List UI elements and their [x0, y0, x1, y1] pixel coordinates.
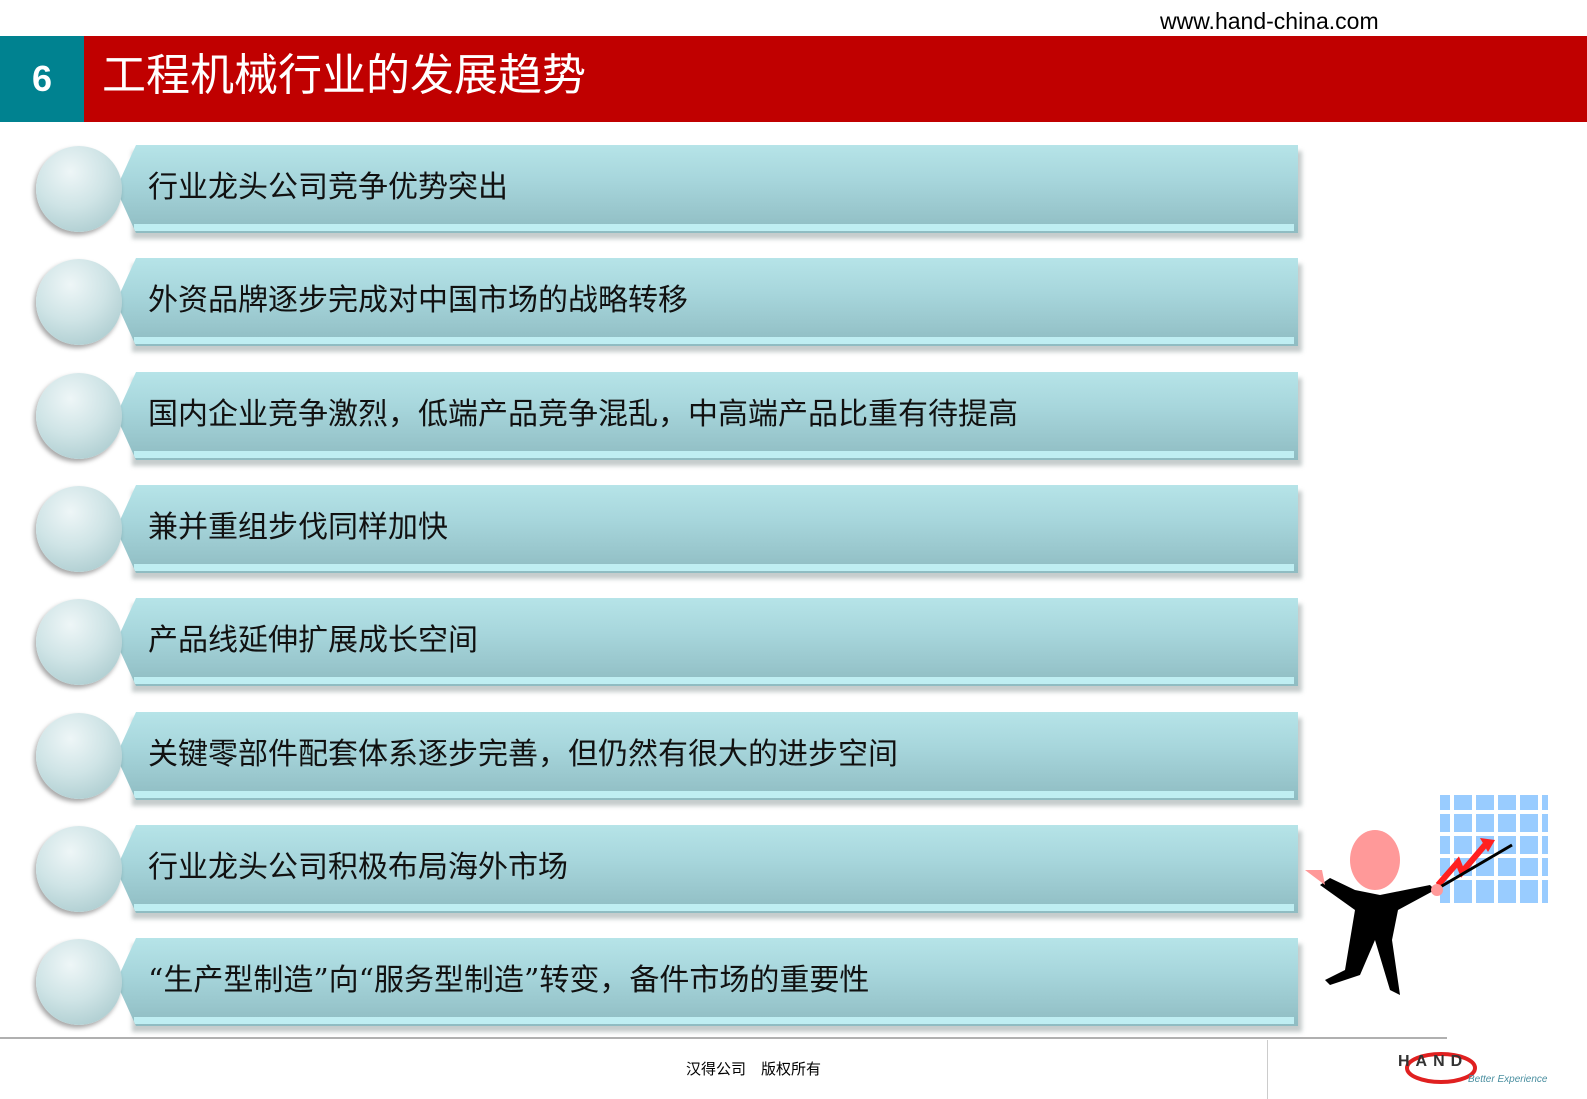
list-item: 关键零部件配套体系逐步完善，但仍然有很大的进步空间: [36, 712, 1302, 806]
list-item: 产品线延伸扩展成长空间: [36, 598, 1302, 692]
item-label: 关键零部件配套体系逐步完善，但仍然有很大的进步空间: [148, 737, 898, 772]
footer-copyright: 汉得公司 版权所有: [686, 1060, 822, 1078]
list-item: 外资品牌逐步完成对中国市场的战略转移: [36, 258, 1302, 352]
bullet-sphere-icon: [36, 939, 122, 1025]
slide-header: 6 工程机械行业的发展趋势: [0, 36, 1587, 122]
bullet-sphere-icon: [36, 486, 122, 572]
item-label: “生产型制造”向“服务型制造”转变，备件市场的重要性: [148, 963, 870, 998]
item-label: 外资品牌逐步完成对中国市场的战略转移: [148, 283, 688, 318]
item-label: 行业龙头公司竞争优势突出: [148, 170, 508, 205]
svg-text:HAND: HAND: [1398, 1053, 1468, 1070]
svg-text:Better Experience: Better Experience: [1468, 1074, 1548, 1085]
list-item: 行业龙头公司竞争优势突出: [36, 145, 1302, 239]
item-label: 产品线延伸扩展成长空间: [148, 623, 478, 658]
bullet-sphere-icon: [36, 826, 122, 912]
hand-logo: HAND Better Experience: [1398, 1052, 1548, 1085]
businessman-chart-clipart: [1305, 795, 1548, 995]
list-item: 行业龙头公司积极布局海外市场: [36, 825, 1302, 919]
bullet-sphere-icon: [36, 713, 122, 799]
bullet-sphere-icon: [36, 599, 122, 685]
slide-title: 工程机械行业的发展趋势: [102, 50, 586, 101]
footer-divider: [0, 1037, 1447, 1039]
list-item: 国内企业竞争激烈，低端产品竞争混乱，中高端产品比重有待提高: [36, 372, 1302, 466]
website-url: www.hand-china.com: [1160, 8, 1379, 34]
item-label: 兼并重组步伐同样加快: [148, 510, 448, 545]
item-label: 国内企业竞争激烈，低端产品竞争混乱，中高端产品比重有待提高: [148, 397, 1018, 432]
item-label: 行业龙头公司积极布局海外市场: [148, 850, 568, 885]
list-item: “生产型制造”向“服务型制造”转变，备件市场的重要性: [36, 938, 1302, 1032]
footer-separator: [1267, 1040, 1268, 1099]
bullet-sphere-icon: [36, 259, 122, 345]
list-item: 兼并重组步伐同样加快: [36, 485, 1302, 579]
bullet-sphere-icon: [36, 146, 122, 232]
slide-number: 6: [0, 36, 84, 122]
bullet-sphere-icon: [36, 373, 122, 459]
